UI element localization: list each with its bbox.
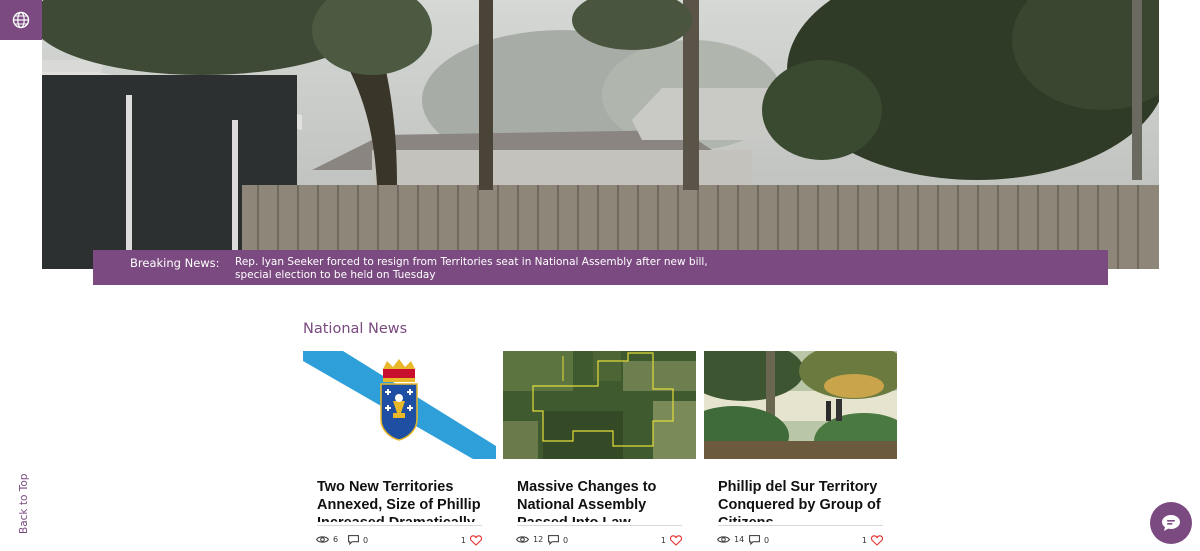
likes-value: 1 [660, 536, 666, 545]
views-value: 14 [734, 535, 745, 544]
post-title[interactable]: Phillip del Sur Territory Conquered by G… [718, 478, 888, 522]
comments-count: 0 [348, 535, 368, 545]
breaking-news-label: Breaking News: [130, 256, 220, 270]
likes-value: 1 [460, 536, 466, 545]
chat-icon [1162, 515, 1180, 531]
post-stats: 14 0 1 [717, 535, 883, 549]
comments-value: 0 [764, 535, 770, 545]
post-image[interactable] [503, 351, 696, 459]
comment-icon [749, 535, 760, 545]
heart-icon[interactable] [670, 535, 682, 546]
heart-icon[interactable] [871, 535, 883, 546]
like-button[interactable]: 1 [862, 535, 883, 546]
likes-value: 1 [861, 536, 867, 545]
globe-icon [12, 11, 30, 29]
post-card[interactable]: Two New Territories Annexed, Size of Phi… [303, 351, 496, 551]
breaking-news-text[interactable]: Rep. Iyan Seeker forced to resign from T… [235, 256, 735, 282]
like-button[interactable]: 1 [461, 535, 482, 546]
chat-button[interactable] [1150, 502, 1192, 544]
eye-icon [717, 536, 730, 543]
eye-icon [516, 536, 529, 543]
hero-image [42, 0, 1159, 269]
post-card[interactable]: Phillip del Sur Territory Conquered by G… [704, 351, 897, 551]
comments-count: 0 [749, 535, 769, 545]
post-title[interactable]: Two New Territories Annexed, Size of Phi… [317, 478, 487, 522]
comments-value: 0 [563, 535, 569, 545]
post-stats: 6 0 1 [316, 535, 482, 549]
heart-icon[interactable] [470, 535, 482, 546]
breaking-news-bar: Breaking News: Rep. Iyan Seeker forced t… [93, 250, 1108, 285]
card-divider [517, 525, 682, 526]
back-to-top-link[interactable]: Back to Top [6, 470, 30, 536]
views-count: 6 [316, 535, 338, 544]
comment-icon [548, 535, 559, 545]
post-stats: 12 0 1 [516, 535, 682, 549]
views-value: 12 [533, 535, 544, 544]
post-title[interactable]: Massive Changes to National Assembly Pas… [517, 478, 687, 522]
card-divider [718, 525, 883, 526]
like-button[interactable]: 1 [661, 535, 682, 546]
comments-value: 0 [363, 535, 369, 545]
card-divider [317, 525, 482, 526]
views-value: 6 [333, 535, 339, 544]
language-button[interactable] [0, 0, 42, 40]
comment-icon [348, 535, 359, 545]
section-title: National News [303, 321, 408, 337]
post-image[interactable] [303, 351, 496, 459]
back-to-top-label: Back to Top [18, 473, 30, 534]
post-image[interactable] [704, 351, 897, 459]
comments-count: 0 [548, 535, 568, 545]
eye-icon [316, 536, 329, 543]
views-count: 14 [717, 535, 744, 544]
post-card[interactable]: Massive Changes to National Assembly Pas… [503, 351, 696, 551]
views-count: 12 [516, 535, 543, 544]
